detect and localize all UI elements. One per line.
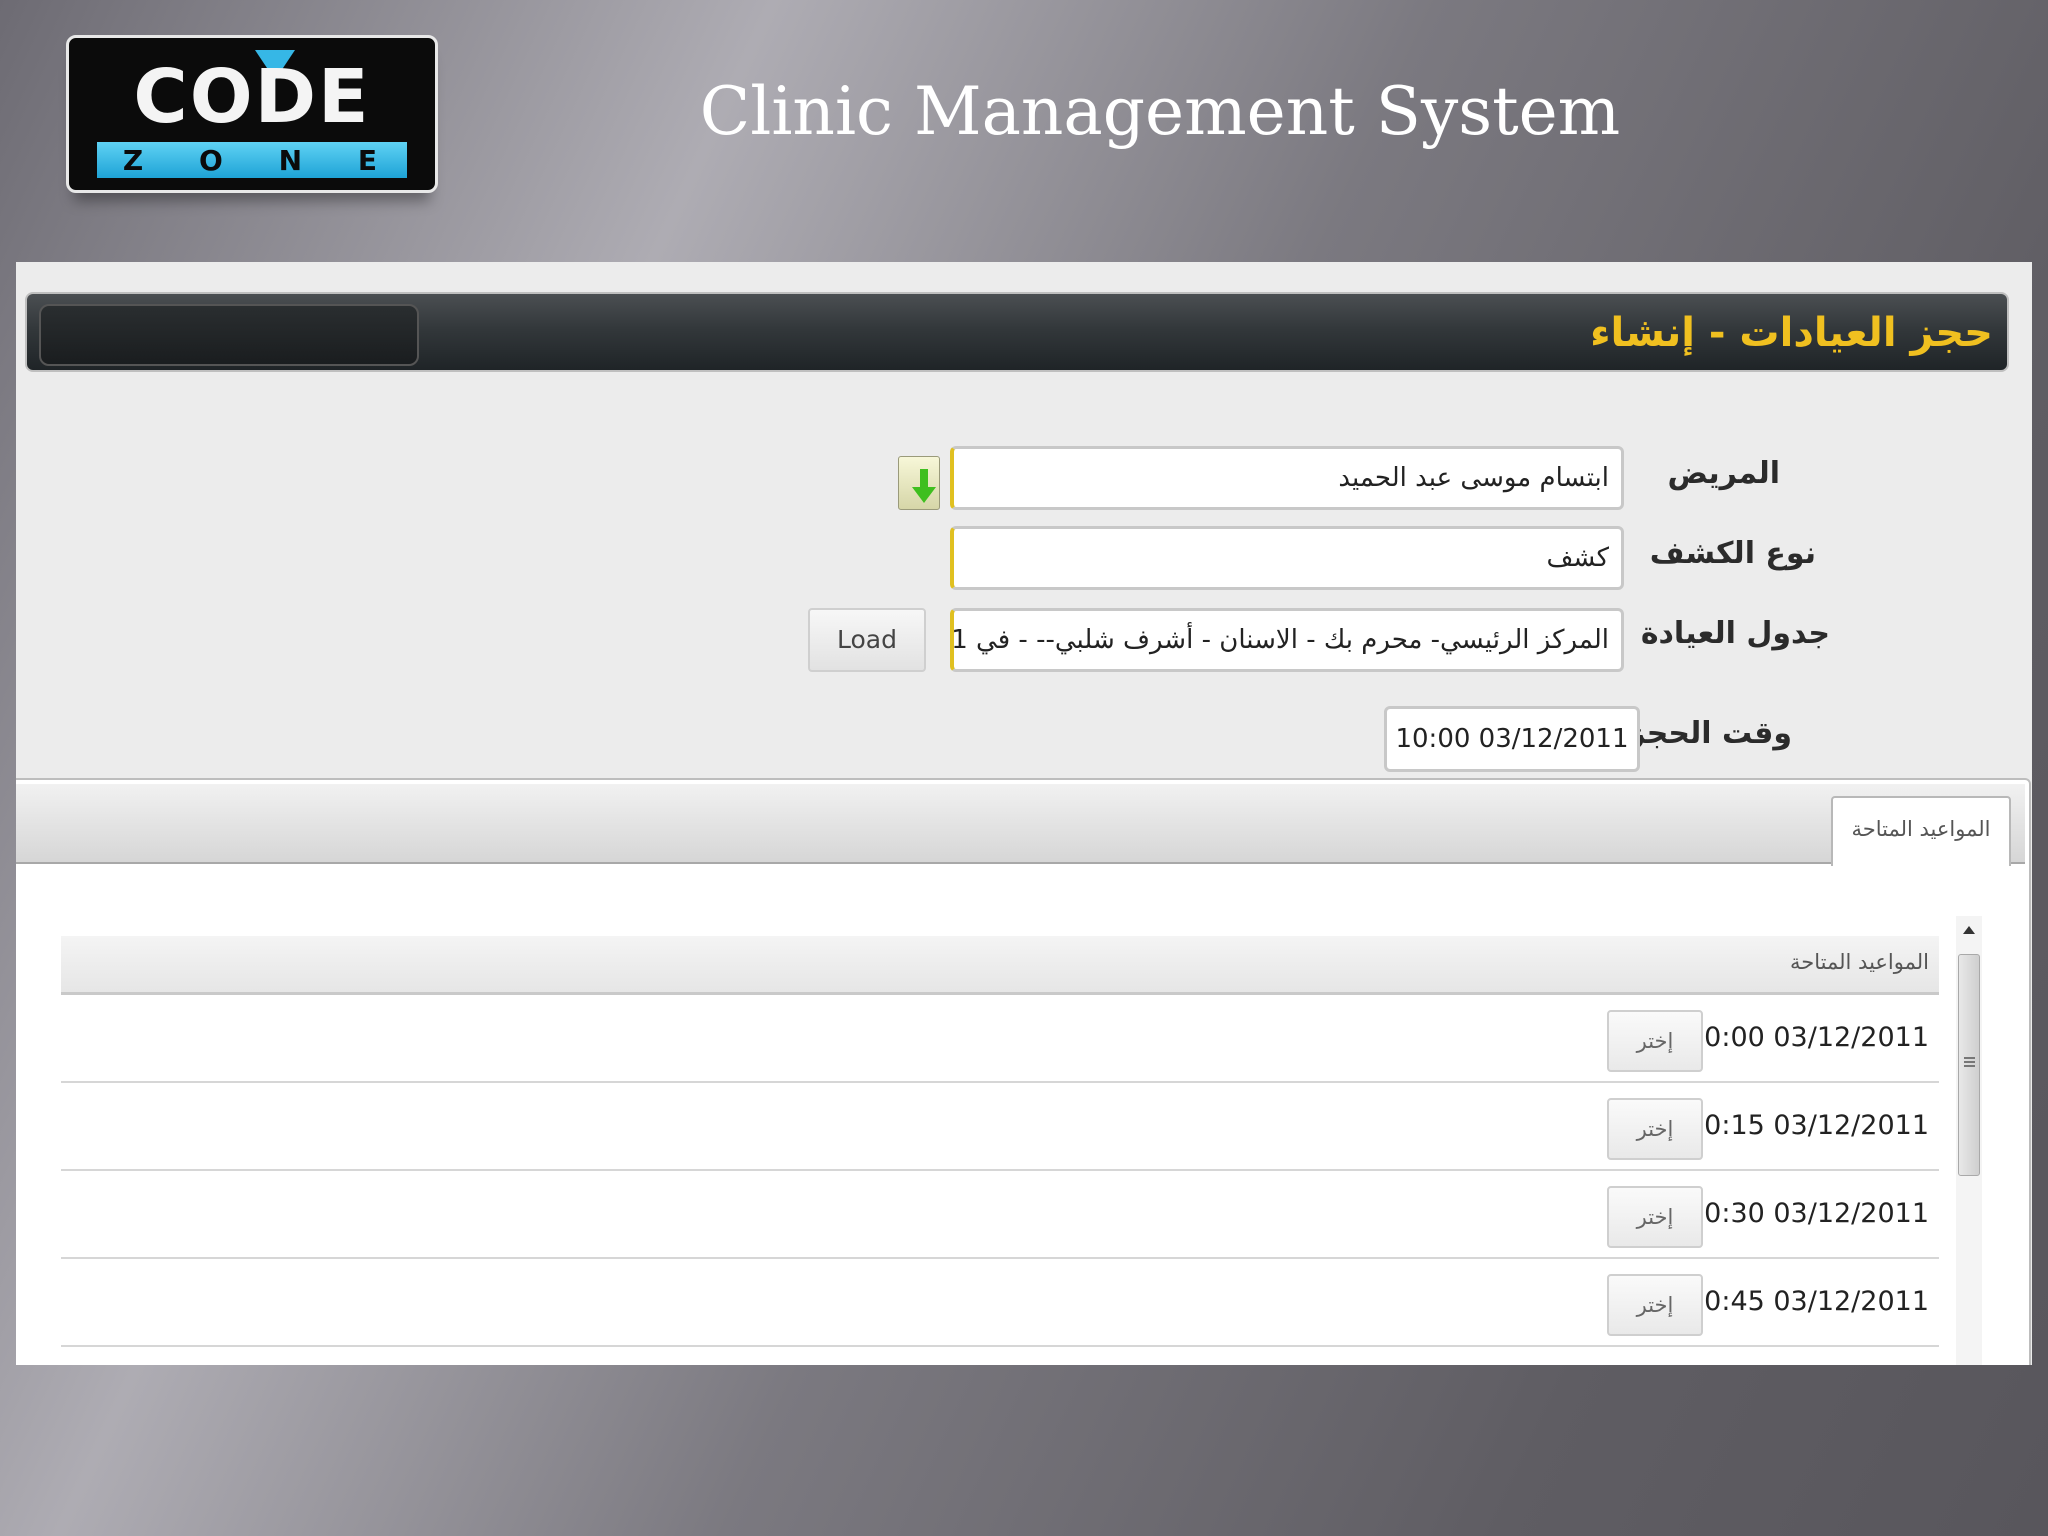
load-button[interactable]: Load	[808, 608, 926, 672]
logo-letter: E	[357, 143, 382, 177]
slot-time: 10:15 03/12/2011	[1686, 1110, 1929, 1141]
scrollbar-thumb[interactable]	[1958, 954, 1980, 1176]
patient-field[interactable]: ابتسام موسى عبد الحميد	[950, 446, 1624, 510]
grid-column-header: المواعيد المتاحة	[61, 936, 1939, 995]
logo-word: CODE	[133, 54, 371, 140]
clinic-schedule-label: جدول العيادة	[1640, 616, 1830, 651]
code-zone-logo: CODE Z O N E	[66, 35, 438, 193]
table-row: 10:45 03/12/2011 إختر	[61, 1259, 1939, 1347]
patient-label: المريض	[1667, 456, 1780, 491]
logo-subbar: Z O N E	[97, 142, 407, 178]
tab-strip: المواعيد المتاحة	[16, 784, 2025, 866]
table-row: 10:30 03/12/2011 إختر	[61, 1171, 1939, 1259]
table-row: 10:15 03/12/2011 إختر	[61, 1083, 1939, 1171]
logo-letter: N	[278, 143, 307, 177]
select-slot-button[interactable]: إختر	[1607, 1098, 1703, 1160]
booking-time-label: وقت الحجز	[1628, 716, 1792, 751]
slide-title: Clinic Management System	[699, 73, 1621, 150]
slot-time: 10:30 03/12/2011	[1686, 1198, 1929, 1229]
booking-time-field[interactable]: 10:00 03/12/2011	[1384, 706, 1640, 772]
slots-grid: المواعيد المتاحة 10:00 03/12/2011 إختر 1…	[61, 936, 1939, 1347]
logo-letter: Z	[122, 143, 148, 177]
form-header: حجز العيادات - إنشاء	[25, 292, 2009, 372]
select-slot-button[interactable]: إختر	[1607, 1274, 1703, 1336]
available-slots-panel: المواعيد المتاحة المواعيد المتاحة 10:00 …	[16, 778, 2031, 1365]
scroll-up-arrow-icon[interactable]	[1963, 926, 1975, 934]
exam-type-field[interactable]: كشف	[950, 526, 1624, 590]
tab-available-slots[interactable]: المواعيد المتاحة	[1831, 796, 2011, 866]
select-slot-button[interactable]: إختر	[1607, 1010, 1703, 1072]
slot-time: 10:45 03/12/2011	[1686, 1286, 1929, 1317]
vertical-scrollbar[interactable]	[1956, 916, 1982, 1365]
clinic-schedule-field[interactable]: المركز الرئيسي- محرم بك - الاسنان - أشرف…	[950, 608, 1624, 672]
grip-icon	[1964, 1057, 1975, 1059]
form-header-title: حجز العيادات - إنشاء	[1590, 310, 1993, 356]
app-window: حجز العيادات - إنشاء المريض ابتسام موسى …	[16, 262, 2032, 1365]
slot-time: 10:00 03/12/2011	[1686, 1022, 1929, 1053]
logo-letter: O	[199, 143, 227, 177]
download-arrow-icon[interactable]	[898, 456, 940, 510]
table-row: 10:00 03/12/2011 إختر	[61, 995, 1939, 1083]
exam-type-label: نوع الكشف	[1649, 536, 1816, 571]
select-slot-button[interactable]: إختر	[1607, 1186, 1703, 1248]
header-pill	[39, 304, 419, 366]
